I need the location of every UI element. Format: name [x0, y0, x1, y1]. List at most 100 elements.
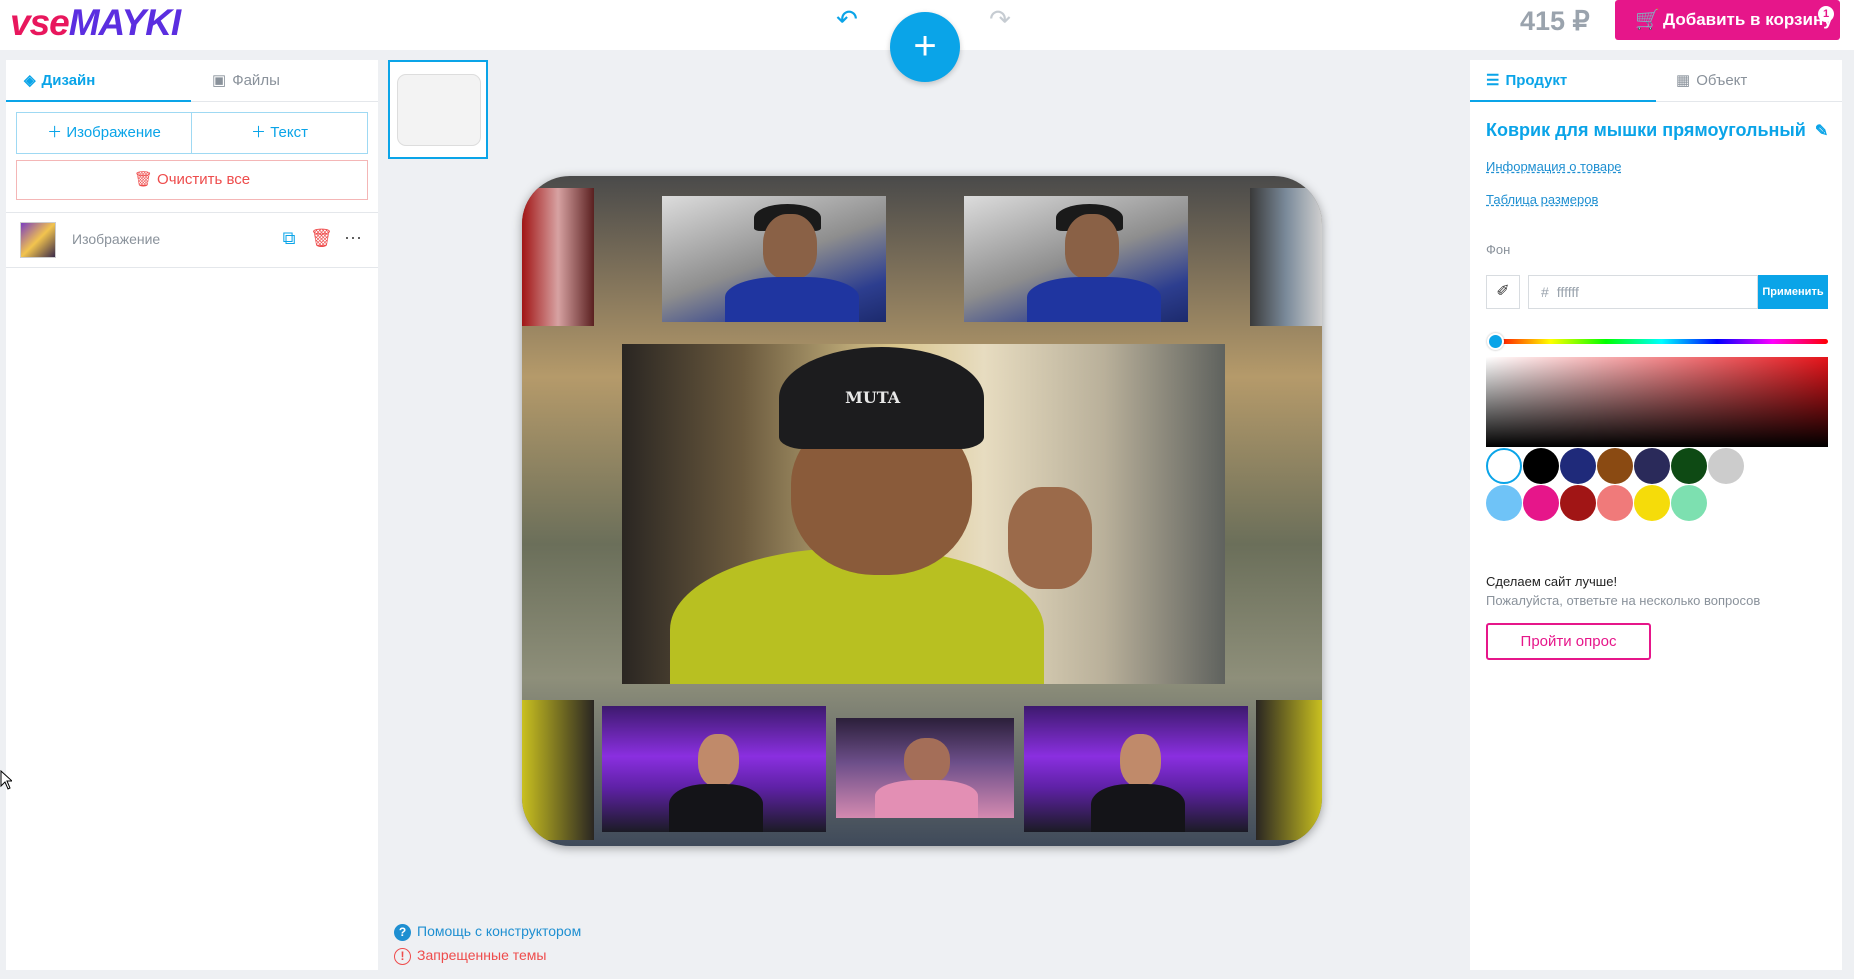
take-survey-button[interactable]: Пройти опрос	[1486, 623, 1651, 660]
collage-photo	[1024, 706, 1248, 832]
tab-object[interactable]: ▦ Объект	[1670, 60, 1842, 102]
product-price: 415 ₽	[1520, 6, 1590, 36]
add-tools-row: ＋ Изображение ＋ Текст	[16, 112, 368, 154]
left-tabs: ◈ Дизайн ▣ Файлы	[6, 60, 378, 102]
cart-icon: 🛒	[1635, 9, 1660, 31]
color-swatch[interactable]	[1560, 485, 1596, 521]
product-info-link[interactable]: Информация о товаре	[1486, 159, 1622, 174]
face-shape	[1064, 213, 1119, 280]
cart-button-label: Добавить в корзину	[1663, 10, 1833, 29]
size-table-link[interactable]: Таблица размеров	[1486, 192, 1598, 207]
color-swatch[interactable]	[1671, 448, 1707, 484]
body-shape	[669, 784, 764, 832]
color-swatch[interactable]	[1597, 485, 1633, 521]
shirt-shape	[1026, 276, 1162, 322]
hex-hash: #	[1541, 284, 1549, 300]
help-icon: ?	[394, 924, 411, 941]
apply-color-button[interactable]: Применить	[1758, 275, 1828, 309]
tab-product-label: Продукт	[1505, 72, 1568, 89]
forbidden-label: Запрещенные темы	[417, 947, 547, 963]
collage-photo	[964, 196, 1188, 322]
color-swatch[interactable]	[1708, 448, 1744, 484]
layer-thumbnail	[20, 222, 56, 258]
body-shape	[1091, 784, 1186, 832]
undo-button[interactable]: ↶	[832, 6, 862, 32]
collage-main-photo: MUTA	[622, 344, 1225, 684]
tab-files-label: Файлы	[232, 72, 280, 89]
layer-label: Изображение	[72, 231, 161, 247]
clear-all-button[interactable]: 🗑 Очистить все	[16, 160, 368, 200]
eyedropper-button[interactable]: ✐	[1486, 275, 1520, 309]
trash-icon: 🗑	[133, 171, 153, 188]
collage-edge-photo	[1256, 700, 1322, 840]
color-swatch[interactable]	[1486, 485, 1522, 521]
forbidden-topics-link[interactable]: ! Запрещенные темы	[394, 947, 546, 965]
survey-title: Сделаем сайт лучше!	[1486, 574, 1618, 589]
site-logo[interactable]: vseMAYKI	[10, 2, 181, 43]
left-panel: ◈ Дизайн ▣ Файлы ＋ Изображение ＋ Текст 🗑 О…	[6, 60, 378, 970]
color-swatch[interactable]	[1597, 448, 1633, 484]
help-link[interactable]: ? Помощь с конструктором	[394, 923, 581, 941]
color-swatch[interactable]	[1671, 485, 1707, 521]
images-icon: ▣	[212, 72, 227, 89]
add-text-button[interactable]: ＋ Текст	[192, 113, 367, 153]
redo-button[interactable]: ↷	[985, 6, 1015, 32]
cap-text: MUTA	[845, 388, 901, 408]
collage-edge-photo	[522, 188, 594, 326]
saturation-value-picker[interactable]	[1486, 357, 1828, 447]
tab-object-label: Объект	[1696, 72, 1748, 89]
right-panel: ☰ Продукт ▦ Объект Коврик для мышки прямоу…	[1470, 60, 1842, 970]
sliders-icon: ☰	[1486, 72, 1500, 89]
tab-design-label: Дизайн	[41, 72, 96, 89]
tab-design[interactable]: ◈ Дизайн	[6, 60, 191, 102]
cart-count-badge: 1	[1818, 6, 1834, 22]
delete-icon[interactable]: 🗑	[310, 227, 333, 249]
tab-product[interactable]: ☰ Продукт	[1470, 60, 1656, 102]
collage-edge-photo	[1250, 188, 1322, 326]
face-shape	[1120, 733, 1161, 787]
face-shape	[698, 733, 739, 787]
face-shape	[903, 738, 950, 784]
product-title: Коврик для мышки прямоугольный ✎	[1486, 120, 1828, 141]
add-element-button[interactable]: +	[890, 12, 960, 82]
color-swatch[interactable]	[1523, 485, 1559, 521]
face-shape	[762, 213, 817, 280]
logo-part-vse: vse	[10, 2, 70, 43]
mouse-cursor-icon	[0, 770, 12, 790]
clear-all-label: Очистить все	[157, 171, 251, 188]
undo-icon: ↶	[836, 4, 858, 34]
hand-shape	[1007, 486, 1093, 589]
plus-icon: ＋	[251, 124, 271, 141]
logo-part-mayki: MAYKI	[68, 2, 181, 43]
collage-photo	[662, 196, 886, 322]
color-swatch[interactable]	[1634, 485, 1670, 521]
add-image-label: Изображение	[66, 124, 161, 141]
help-label: Помощь с конструктором	[417, 923, 582, 939]
collage-edge-photo	[522, 700, 594, 840]
color-swatch[interactable]	[1486, 448, 1522, 484]
collage-photo	[602, 706, 826, 832]
add-to-cart-button[interactable]: 🛒 Добавить в корзину	[1615, 0, 1840, 40]
hue-slider[interactable]	[1495, 339, 1828, 344]
duplicate-icon[interactable]: ⧉	[278, 227, 300, 249]
collage-photo	[836, 718, 1014, 818]
warning-icon: !	[394, 948, 411, 965]
side-thumbnail[interactable]	[388, 60, 488, 159]
tab-files[interactable]: ▣ Файлы	[206, 60, 378, 102]
hex-color-input[interactable]: # ffffff	[1528, 275, 1758, 309]
design-canvas[interactable]: MUTA	[522, 176, 1322, 846]
side-thumbnail-preview	[397, 74, 481, 146]
color-swatch[interactable]	[1523, 448, 1559, 484]
redo-icon: ↷	[989, 4, 1011, 34]
right-tabs: ☰ Продукт ▦ Объект	[1470, 60, 1842, 102]
grid-icon: ▦	[1676, 72, 1691, 89]
color-swatch[interactable]	[1560, 448, 1596, 484]
edit-icon[interactable]: ✎	[1815, 123, 1828, 140]
add-image-button[interactable]: ＋ Изображение	[17, 113, 192, 153]
color-swatch[interactable]	[1634, 448, 1670, 484]
add-text-label: Текст	[270, 124, 308, 141]
body-shape	[875, 780, 979, 818]
layer-item[interactable]: Изображение ⧉ 🗑 ⋯	[6, 212, 378, 268]
more-icon[interactable]: ⋯	[342, 227, 364, 249]
hue-slider-handle[interactable]	[1487, 333, 1504, 350]
